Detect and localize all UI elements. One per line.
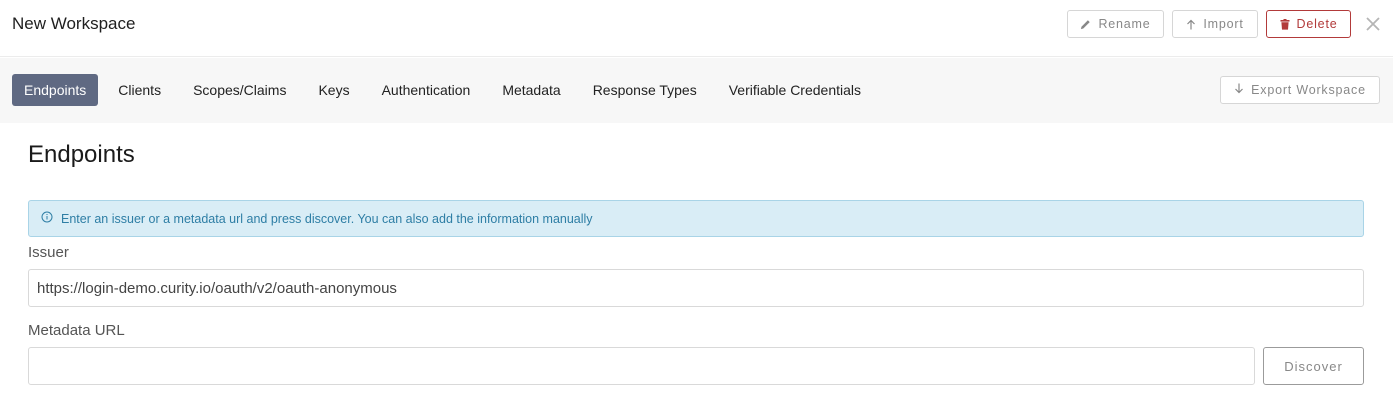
tab-bar: Endpoints Clients Scopes/Claims Keys Aut… — [0, 58, 1393, 123]
issuer-label: Issuer — [28, 244, 69, 261]
tab-endpoints[interactable]: Endpoints — [12, 74, 99, 106]
tab-response-types[interactable]: Response Types — [581, 74, 709, 106]
export-workspace-button[interactable]: Export Workspace — [1220, 76, 1380, 104]
workspace-header: New Workspace Rename Import Delete — [0, 0, 1393, 57]
import-label: Import — [1203, 17, 1244, 31]
info-message: Enter an issuer or a metadata url and pr… — [61, 211, 593, 226]
info-alert: Enter an issuer or a metadata url and pr… — [28, 200, 1364, 237]
tab-clients[interactable]: Clients — [106, 74, 173, 106]
tab-scopes-claims[interactable]: Scopes/Claims — [181, 74, 298, 106]
export-workspace-label: Export Workspace — [1251, 83, 1366, 97]
import-button[interactable]: Import — [1172, 10, 1258, 38]
tab-list: Endpoints Clients Scopes/Claims Keys Aut… — [12, 74, 881, 106]
tab-authentication[interactable]: Authentication — [370, 74, 483, 106]
arrow-up-icon — [1186, 19, 1196, 30]
workspace-title: New Workspace — [12, 14, 136, 33]
metadata-url-input[interactable] — [28, 347, 1255, 385]
metadata-url-label: Metadata URL — [28, 322, 125, 339]
rename-button[interactable]: Rename — [1067, 10, 1164, 38]
info-circle-icon — [41, 211, 53, 226]
tab-metadata[interactable]: Metadata — [490, 74, 572, 106]
trash-icon — [1280, 18, 1290, 30]
delete-button[interactable]: Delete — [1266, 10, 1351, 38]
delete-label: Delete — [1296, 17, 1338, 31]
arrow-down-icon — [1234, 83, 1244, 97]
tab-keys[interactable]: Keys — [306, 74, 361, 106]
close-icon[interactable] — [1363, 14, 1383, 34]
page-title: Endpoints — [28, 141, 135, 168]
issuer-input[interactable] — [28, 269, 1364, 307]
rename-label: Rename — [1098, 17, 1151, 31]
tab-verifiable-credentials[interactable]: Verifiable Credentials — [717, 74, 873, 106]
pencil-icon — [1080, 19, 1091, 30]
discover-button[interactable]: Discover — [1263, 347, 1364, 385]
